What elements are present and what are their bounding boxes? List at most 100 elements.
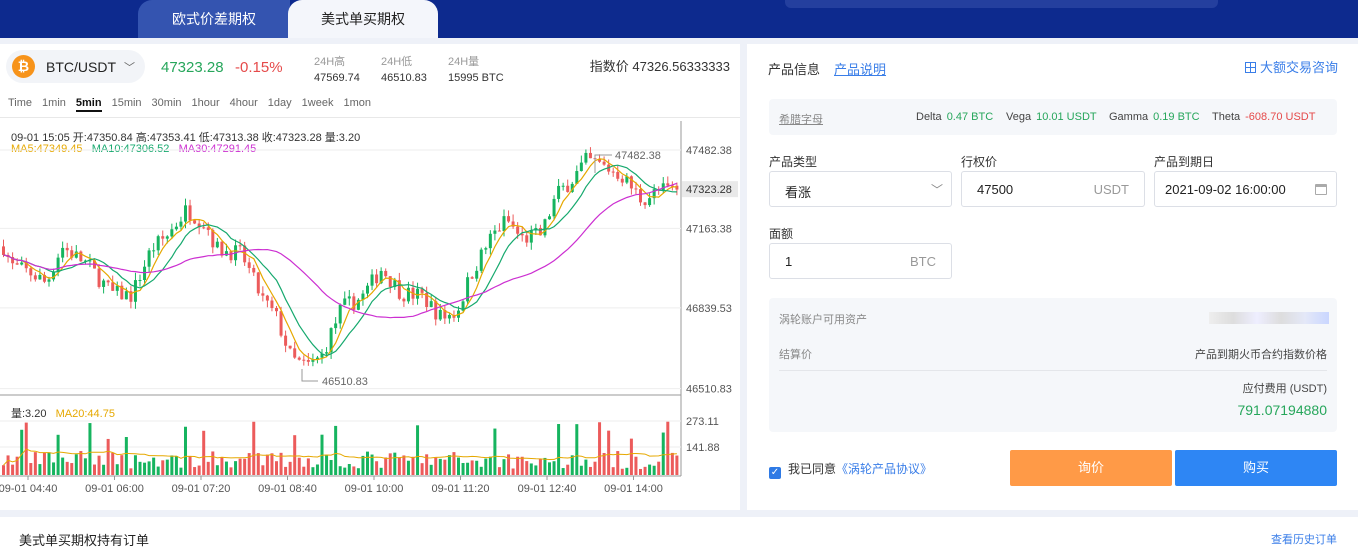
candle-body: [634, 188, 638, 190]
volume-bar: [65, 461, 69, 475]
volume-bar: [97, 455, 101, 475]
candle-body: [284, 335, 288, 346]
candle-body: [561, 185, 565, 187]
orders-panel: 美式单买期权持有订单 查看历史订单: [0, 517, 1358, 553]
top-search-box[interactable]: [785, 0, 1218, 8]
volume-bar: [447, 455, 451, 475]
interval-5min[interactable]: 5min: [75, 97, 102, 112]
candle-body: [611, 171, 615, 173]
volume-bar: [152, 457, 156, 475]
agreement-checkbox[interactable]: ✓: [769, 467, 781, 479]
buy-button[interactable]: 购买: [1175, 450, 1337, 486]
volume-bar: [643, 466, 647, 475]
time-tick-label: 09-01 07:20: [172, 483, 231, 495]
candle-body: [275, 308, 278, 312]
pair-selector[interactable]: ₿ BTC/USDT ﹀: [6, 50, 145, 83]
candle-body: [375, 274, 379, 284]
candle-body: [165, 236, 169, 239]
interval-15min[interactable]: 15min: [112, 97, 142, 112]
volume-bar: [520, 456, 524, 475]
candle-body: [584, 152, 588, 163]
volume-bar: [124, 437, 128, 475]
volume-bar: [538, 458, 542, 475]
expiry-date-picker[interactable]: 2021-09-02 16:00:00: [1154, 171, 1337, 207]
agreement[interactable]: ✓ 我已同意《涡轮产品协议》: [769, 460, 932, 479]
candle-body: [516, 226, 520, 234]
volume-bar: [652, 465, 656, 475]
volume-bar: [165, 459, 169, 475]
candle-body: [297, 357, 301, 360]
amount-input[interactable]: 1 BTC: [769, 243, 952, 279]
volume-bar: [270, 453, 274, 475]
candle-body: [270, 300, 274, 309]
candle-body: [343, 298, 347, 305]
volume-bar: [161, 460, 165, 475]
volume-bar: [525, 461, 529, 475]
interval-1day[interactable]: 1day: [268, 97, 292, 112]
stat-24h-high: 24H高 47569.74: [314, 56, 360, 84]
interval-1week[interactable]: 1week: [302, 97, 334, 112]
candle-body: [370, 274, 374, 286]
greeks-label[interactable]: 希腊字母: [779, 111, 823, 127]
volume-bar: [2, 465, 5, 475]
volume-bar: [129, 468, 133, 475]
product-description-link[interactable]: 产品说明: [834, 59, 886, 78]
volume-bar: [675, 455, 679, 475]
agreement-link[interactable]: 《涡轮产品协议》: [836, 462, 932, 476]
volume-bar: [548, 462, 551, 475]
volume-bar: [79, 451, 83, 475]
candle-body: [293, 348, 297, 358]
volume-bar: [38, 464, 42, 475]
candle-body: [179, 221, 183, 227]
volume-bar: [607, 430, 611, 475]
volume-bar: [88, 423, 92, 475]
candle-body: [566, 185, 570, 192]
kline-chart[interactable]: 47482.38 47163.38 46839.53 46510.83 47323.28…: [0, 121, 740, 510]
greeks-bar: 希腊字母 Delta 0.47 BTC Vega 10.01 USDT Gamma 0…: [769, 99, 1337, 135]
tab-european-spread-option[interactable]: 欧式价差期权: [138, 0, 290, 38]
bitcoin-icon: ₿: [12, 55, 35, 78]
candle-body: [215, 241, 219, 248]
volume-bar: [570, 455, 574, 475]
volume-bar: [429, 464, 433, 475]
volume-bar: [120, 455, 124, 475]
fee-label: 应付费用 (USDT): [1242, 383, 1327, 395]
candle-body: [265, 295, 269, 301]
interval-1min[interactable]: 1min: [42, 97, 66, 112]
candle-body: [588, 152, 592, 159]
volume-bar: [457, 457, 460, 475]
bulk-trade-link[interactable]: 大额交易咨询: [1244, 57, 1338, 76]
orders-title: 美式单买期权持有订单: [19, 533, 150, 548]
interval-30min[interactable]: 30min: [152, 97, 182, 112]
order-history-link[interactable]: 查看历史订单: [1271, 531, 1337, 547]
candle-body: [507, 216, 511, 222]
inquire-button[interactable]: 询价: [1010, 450, 1172, 486]
chevron-down-icon: ﹀: [124, 62, 135, 74]
candle-body: [302, 359, 306, 361]
candle-body: [429, 301, 433, 307]
volume-bar: [529, 463, 533, 475]
candle-body: [470, 277, 474, 279]
product-type-select[interactable]: 看涨 ﹀: [769, 171, 952, 207]
volume-bar: [170, 455, 174, 475]
volume-bar: [420, 463, 424, 475]
interval-1mon[interactable]: 1mon: [343, 97, 371, 112]
candle-body: [306, 360, 310, 362]
volume-bar: [602, 452, 606, 475]
volume-bar: [184, 426, 187, 475]
candle-body: [193, 220, 197, 224]
order-panel: 产品信息 产品说明 大额交易咨询 希腊字母 Delta 0.47 BTC Vega…: [747, 44, 1358, 510]
interval-4hour[interactable]: 4hour: [230, 97, 258, 112]
interval-Time[interactable]: Time: [8, 97, 32, 112]
time-tick-label: 09-01 04:40: [0, 483, 57, 495]
volume-bar: [666, 421, 670, 475]
divider: [0, 117, 740, 118]
interval-1hour[interactable]: 1hour: [192, 97, 220, 112]
time-tick-label: 09-01 06:00: [85, 483, 144, 495]
available-assets-value-hidden: [1209, 312, 1329, 324]
grid-icon: [1244, 62, 1256, 73]
candle-body: [106, 280, 110, 283]
strike-input[interactable]: 47500 USDT: [961, 171, 1145, 207]
volume-bar: [611, 467, 615, 475]
tab-american-single-option[interactable]: 美式单买期权: [288, 0, 438, 38]
